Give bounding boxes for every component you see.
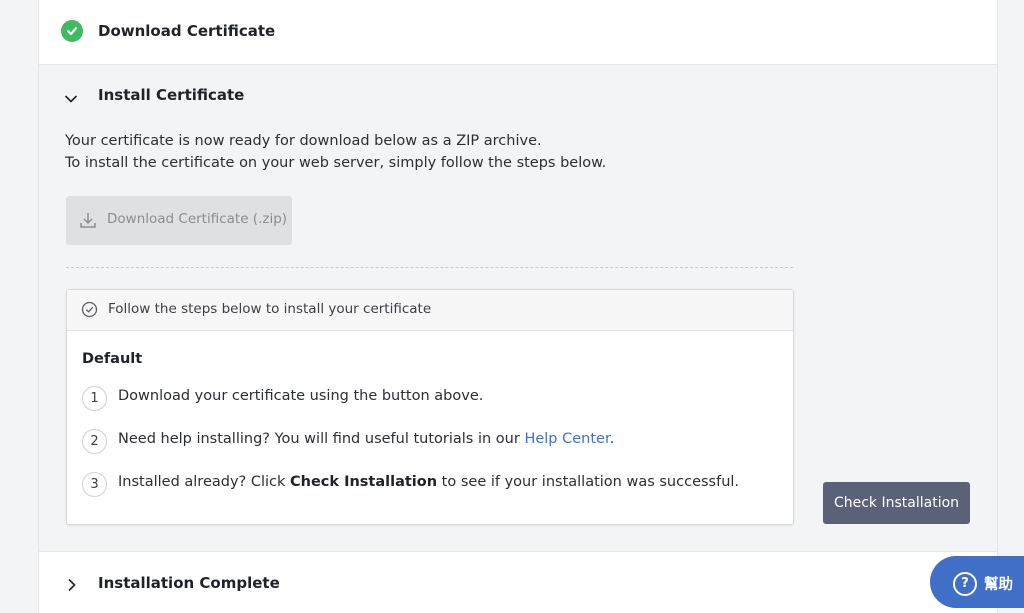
- instruction-step: 1 Download your certificate using the bu…: [82, 386, 782, 411]
- step-text-bold: Check Installation: [290, 474, 438, 490]
- help-button[interactable]: ? 幫助: [930, 556, 1024, 608]
- help-center-link[interactable]: Help Center: [524, 431, 609, 447]
- instruction-step: 3 Installed already? Click Check Install…: [82, 472, 782, 497]
- certificate-steps-panel: Download Certificate Install Certificate…: [38, 0, 998, 613]
- download-icon: [79, 211, 97, 233]
- step-text-part: Installed already? Click: [118, 474, 290, 490]
- step-text-part: to see if your installation was successf…: [437, 474, 740, 490]
- instructions-header: Follow the steps below to install your c…: [67, 290, 793, 331]
- chevron-down-icon[interactable]: [64, 89, 78, 108]
- check-circle-icon: [61, 20, 83, 42]
- step-text: Installed already? Click Check Installat…: [118, 474, 739, 490]
- step-text-part: .: [609, 431, 615, 447]
- description-line: Your certificate is now ready for downlo…: [65, 133, 542, 149]
- step-title: Installation Complete: [98, 574, 280, 592]
- button-label: Download Certificate (.zip): [107, 211, 288, 227]
- install-description: Your certificate is now ready for downlo…: [65, 131, 606, 174]
- instructions-box: Follow the steps below to install your c…: [66, 289, 794, 525]
- download-zip-button[interactable]: Download Certificate (.zip): [66, 196, 292, 245]
- step-text: Download your certificate using the butt…: [118, 388, 484, 404]
- instructions-header-text: Follow the steps below to install your c…: [108, 301, 432, 317]
- step-download-certificate[interactable]: Download Certificate: [39, 0, 997, 65]
- step-title: Download Certificate: [98, 22, 276, 40]
- step-title[interactable]: Install Certificate: [98, 86, 244, 104]
- check-circle-outline-icon: [81, 301, 98, 322]
- step-number: 3: [82, 472, 107, 497]
- step-text: Need help installing? You will find usef…: [118, 431, 614, 447]
- step-installation-complete[interactable]: Installation Complete: [39, 552, 997, 613]
- step-number: 2: [82, 429, 107, 454]
- check-installation-button[interactable]: Check Installation: [823, 482, 970, 524]
- question-circle-icon: ?: [953, 572, 977, 596]
- step-text-part: Need help installing? You will find usef…: [118, 431, 525, 447]
- divider: [66, 267, 793, 268]
- chevron-right-icon[interactable]: [67, 577, 77, 596]
- section-title: Default: [82, 351, 143, 367]
- help-label: 幫助: [984, 577, 1013, 593]
- step-install-certificate: Install Certificate Your certificate is …: [39, 65, 997, 552]
- description-line: To install the certificate on your web s…: [65, 154, 607, 171]
- step-number: 1: [82, 386, 107, 411]
- instruction-step: 2 Need help installing? You will find us…: [82, 429, 782, 454]
